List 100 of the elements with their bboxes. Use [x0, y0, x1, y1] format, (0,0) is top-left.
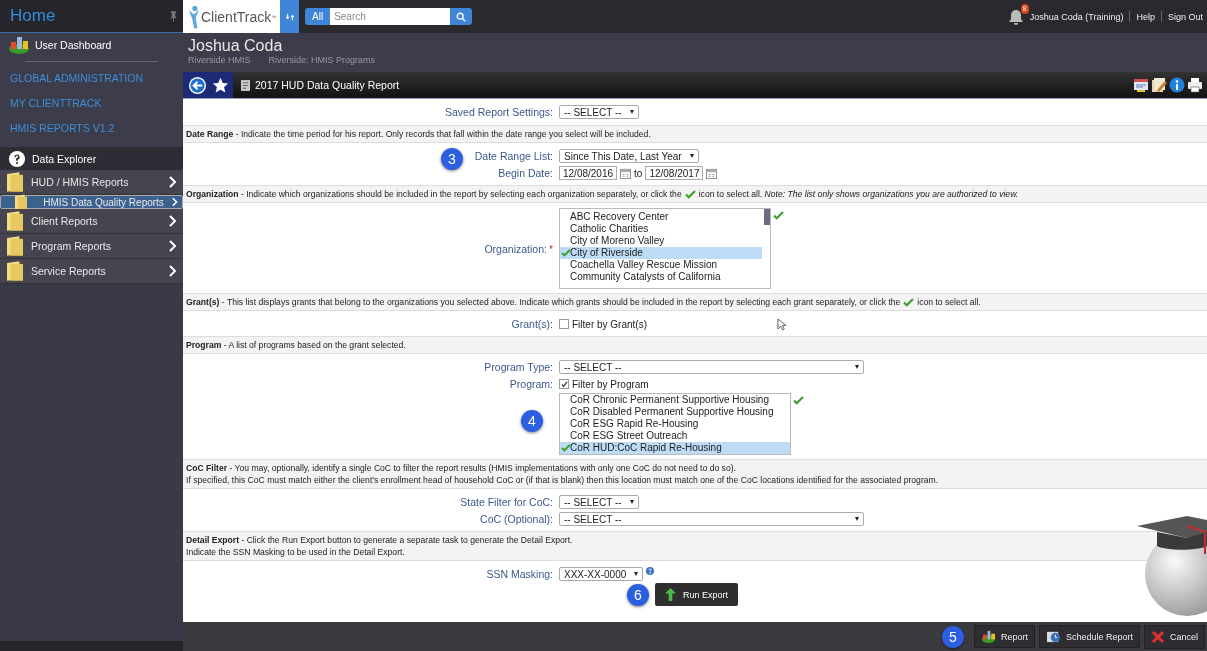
section-description: Organization - Indicate which organizations should be included in the report by selecting each organization separately, or click the — [186, 188, 682, 200]
list-option[interactable]: CoR HUD:CoC Rapid Re-Housing — [560, 442, 790, 454]
tree-item[interactable]: HMIS Data Quality Reports — [0, 195, 183, 209]
search-button[interactable] — [450, 8, 473, 25]
tree-item[interactable]: Service Reports — [0, 259, 183, 284]
bell-icon[interactable] — [1007, 8, 1024, 25]
field-label: Saved Report Settings: — [445, 106, 553, 118]
saved-settings-select[interactable]: -- SELECT -- — [559, 105, 639, 119]
section-description: CoC Filter - You may, optionally, identify a single CoC to filter the report results (HMIS implementations with only one CoC do not need to do so). — [186, 462, 736, 474]
list-box[interactable]: CoR Chronic Permanent Supportive Housing CoR Disabled Permanent Supportive Housing CoR ESG Rapid Re-Housing CoR ESG Street Outreach CoR HUD:CoC Rapid Re-Housing — [559, 393, 791, 455]
section-description: Detail Export - Click the Run Export button to generate a separate task to generate the Detail Export. — [186, 534, 573, 546]
switch-button[interactable] — [280, 0, 299, 33]
section-description: icon to select all. Note: The list only shows organizations you are authorized to view. — [698, 188, 1019, 200]
step-badge: 6 — [627, 583, 649, 606]
pin-icon[interactable] — [170, 10, 177, 22]
list-option[interactable]: CoR Chronic Permanent Supportive Housing — [560, 394, 790, 406]
user-link[interactable]: Joshua Coda (Training) — [1029, 11, 1124, 22]
section-description: Program - A list of programs based on the grant selected. — [186, 339, 406, 351]
calendar-icon[interactable] — [620, 167, 632, 179]
section-description: icon to select all. — [917, 296, 981, 308]
search-field[interactable]: Search — [330, 8, 451, 25]
list-option[interactable]: Community Catalysts of California — [560, 271, 762, 283]
field-label: Program: — [509, 378, 553, 390]
chevron-icon — [169, 215, 177, 227]
dropdown[interactable]: Since This Date, Last Year — [559, 149, 699, 163]
print-icon[interactable] — [1187, 77, 1203, 93]
data-explorer-item[interactable]: Data Explorer — [0, 147, 183, 170]
edit-icon[interactable] — [1151, 77, 1167, 93]
checkbox[interactable] — [559, 319, 569, 329]
list-box[interactable]: ABC Recovery Center Catholic Charities City of Moreno Valley City of Riverside Coachella Valley Rescue Mission Community Catalysts of California — [559, 208, 771, 289]
chart-icon — [980, 630, 996, 643]
chevron-icon — [169, 176, 177, 188]
scope-button[interactable]: All — [305, 8, 331, 25]
field-label: Program Type: — [484, 361, 553, 373]
list-option[interactable]: ABC Recovery Center — [560, 211, 762, 223]
section-description: Grant(s) - This list displays grants that belong to the organizations you selected above. Indicate which grants should be included in the report by selecting each grant separately, or click the — [186, 296, 901, 308]
scrollbar-thumb[interactable] — [764, 209, 770, 225]
list-option[interactable]: City of Moreno Valley — [560, 235, 762, 247]
tree-item[interactable]: Client Reports — [0, 209, 183, 234]
date-field[interactable]: 12/08/2016 — [559, 166, 618, 180]
check-icon[interactable] — [684, 189, 696, 199]
check-icon[interactable] — [773, 211, 784, 220]
header-link[interactable]: Sign Out — [1167, 11, 1203, 22]
field-label: CoC (Optional): — [480, 513, 553, 525]
date-field[interactable]: 12/08/2017 — [645, 166, 704, 180]
field-label: Begin Date: — [498, 167, 553, 179]
step-badge: 5 — [941, 625, 964, 648]
client-name: Joshua Coda — [188, 37, 284, 55]
section-description: Indicate the SSN Masking to be used in the Detail Export. — [186, 546, 405, 558]
footer-button[interactable]: Cancel — [1144, 624, 1205, 649]
chevron-icon — [171, 196, 178, 208]
tree-item[interactable]: Program Reports — [0, 234, 183, 259]
logo[interactable]: ClientTrack$^{™}$ — [183, 0, 280, 33]
tree-item[interactable]: HUD / HMIS Reports — [0, 170, 183, 195]
check-icon[interactable] — [903, 297, 915, 307]
footer-button[interactable]: Schedule Report — [1038, 625, 1140, 648]
list-option[interactable]: Catholic Charities — [560, 223, 762, 235]
dropdown[interactable]: -- SELECT -- — [559, 512, 864, 526]
checkbox-label: Filter by Program — [572, 378, 649, 390]
arrow-up-icon — [665, 588, 676, 601]
list-option[interactable]: CoR ESG Street Outreach — [560, 430, 790, 442]
header-link[interactable]: Help — [1136, 11, 1155, 22]
list-option[interactable]: CoR ESG Rapid Re-Housing — [560, 418, 790, 430]
checkbox[interactable] — [559, 379, 569, 389]
folder-icon — [7, 172, 23, 192]
footer-button[interactable]: Report — [973, 625, 1035, 648]
required-mark: * — [548, 242, 553, 255]
dashboard-item[interactable]: User Dashboard — [0, 33, 183, 57]
field-label: Date Range List: — [474, 150, 553, 162]
swap-icon — [285, 12, 294, 21]
list-option[interactable]: Coachella Valley Rescue Mission — [560, 259, 762, 271]
dropdown[interactable]: XXX-XX-0000 — [559, 567, 644, 581]
folder-icon — [7, 236, 23, 256]
range-joiner: to — [634, 167, 643, 179]
step-badge: 3 — [441, 148, 463, 170]
section-description: Date Range - Indicate the time period for his report. Only records that fall within the date range you select will be included. — [186, 128, 651, 140]
report-icon — [241, 79, 250, 91]
context-label: Riverside HMIS — [188, 55, 251, 65]
home-title[interactable]: Home — [10, 6, 56, 26]
dropdown[interactable]: -- SELECT -- — [559, 495, 639, 509]
star-icon[interactable] — [212, 76, 229, 94]
run-export-button[interactable]: Run Export — [655, 583, 739, 606]
folder-icon — [7, 261, 23, 281]
help-icon[interactable] — [646, 567, 655, 575]
check-icon[interactable] — [793, 396, 804, 405]
help-icon — [8, 149, 26, 168]
chevron-icon — [169, 240, 177, 252]
calendar-icon[interactable] — [706, 167, 718, 179]
form-icon[interactable] — [1133, 77, 1149, 93]
info-icon[interactable] — [1169, 77, 1185, 93]
back-icon[interactable] — [188, 75, 207, 95]
list-option[interactable]: City of Riverside — [560, 247, 762, 259]
list-option[interactable]: CoR Disabled Permanent Supportive Housing — [560, 406, 790, 418]
chevron-icon — [169, 265, 177, 277]
section-description: If specified, this CoC must match either the client's enrollment head of household CoC or (if that is blank) then this location must match one of the CoC locations identified for the associated program. — [186, 474, 939, 486]
figure-icon — [187, 4, 201, 29]
context-label: Riverside: HMIS Programs — [268, 55, 376, 65]
cross-icon — [1151, 629, 1165, 644]
step-badge: 4 — [521, 410, 543, 432]
dropdown[interactable]: -- SELECT -- — [559, 360, 864, 374]
